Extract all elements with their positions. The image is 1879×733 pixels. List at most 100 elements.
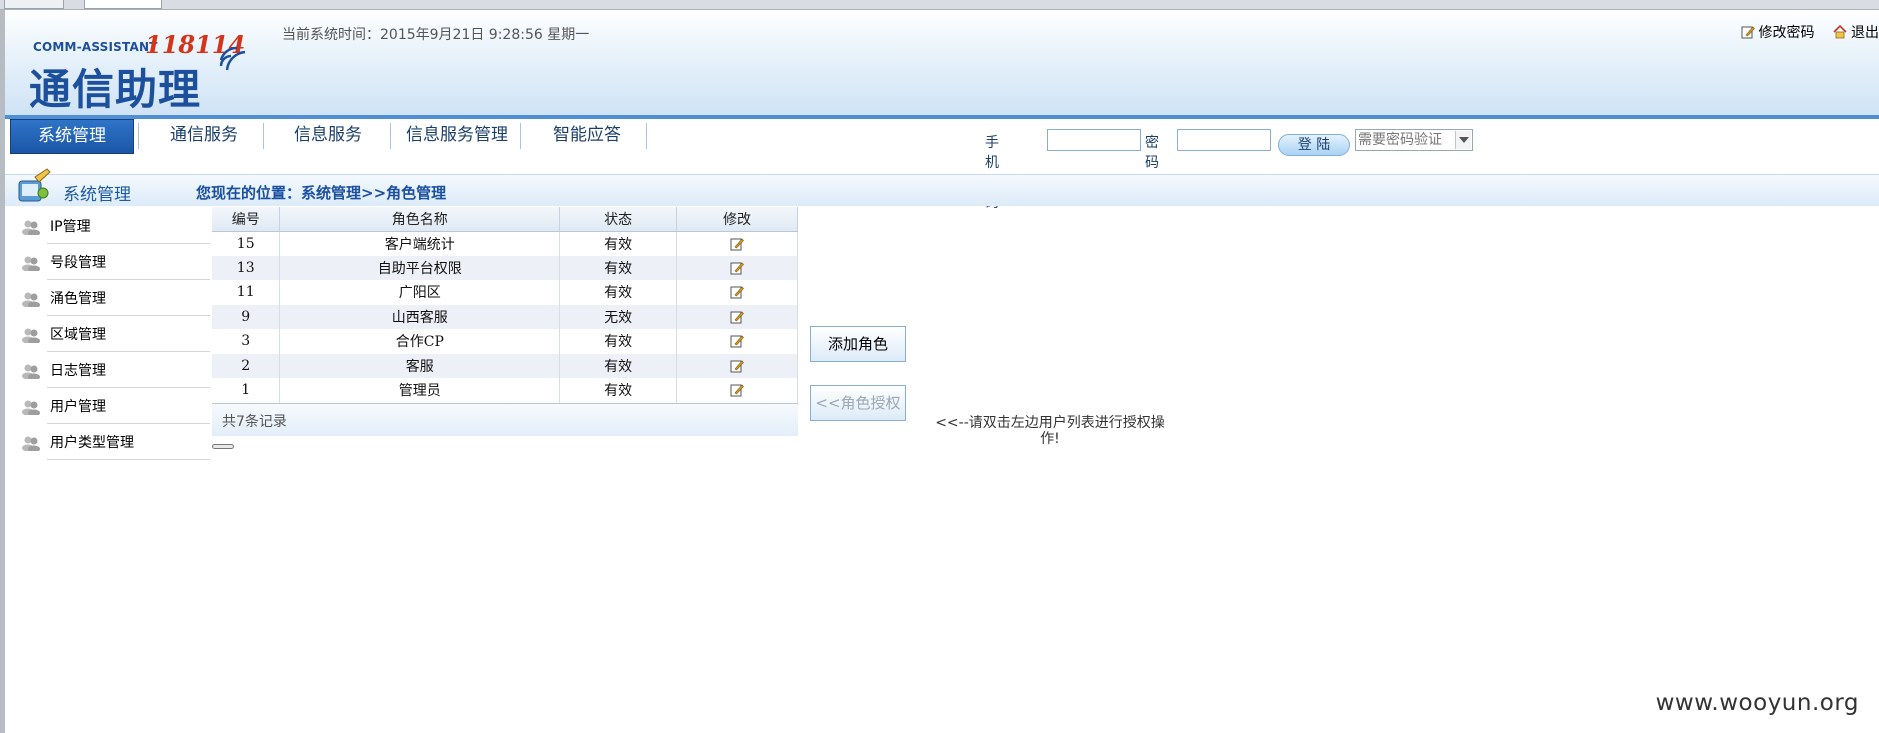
login-button[interactable]: 登 陆 bbox=[1278, 134, 1350, 156]
edit-icon[interactable] bbox=[730, 383, 744, 397]
cell-id: 9 bbox=[212, 304, 281, 329]
cell-edit bbox=[676, 231, 798, 256]
logo-small-text: COMM-ASSISTANT bbox=[33, 40, 158, 54]
edit-icon[interactable] bbox=[730, 261, 744, 275]
nav-tab-info-service-management[interactable]: 信息服务管理 bbox=[395, 119, 519, 154]
table-row[interactable]: 13 自助平台权限 有效 bbox=[212, 255, 798, 280]
sidebar-item-label: 区域管理 bbox=[50, 327, 106, 343]
nav-tab-communication-service[interactable]: 通信服务 bbox=[143, 119, 265, 154]
users-icon bbox=[22, 436, 40, 451]
cell-id: 2 bbox=[212, 353, 281, 378]
edit-icon[interactable] bbox=[730, 359, 744, 373]
nav-separator bbox=[390, 123, 391, 149]
nav-separator bbox=[520, 123, 521, 149]
cell-id: 13 bbox=[212, 255, 281, 280]
cell-role-name: 山西客服 bbox=[279, 304, 561, 329]
cell-role-name: 客服 bbox=[279, 353, 561, 378]
col-header-id[interactable]: 编号 bbox=[212, 207, 281, 232]
system-time: 当前系统时间：2015年9月21日 9:28:56 星期一 bbox=[282, 27, 590, 43]
table-row[interactable]: 1 管理员 有效 bbox=[212, 378, 798, 403]
browser-tabstrip bbox=[0, 0, 1879, 10]
table-row[interactable]: 15 客户端统计 有效 bbox=[212, 231, 798, 256]
sidebar-item-role[interactable]: 涌色管理 bbox=[15, 280, 210, 316]
auth-mode-select[interactable]: 需要密码验证 bbox=[1355, 129, 1473, 151]
cell-role-name: 广阳区 bbox=[279, 280, 561, 305]
divider bbox=[47, 459, 210, 460]
sidebar: IP管理 号段管理 涌色管理 区域管理 日志管理 用户管理 用户类型管理 bbox=[15, 208, 210, 460]
logout-link[interactable]: 退出 bbox=[1851, 22, 1879, 42]
cell-edit bbox=[676, 353, 798, 378]
users-icon bbox=[22, 328, 40, 343]
sidebar-item-label: 用户管理 bbox=[50, 399, 106, 415]
logo: COMM-ASSISTANT 118114 通信助理 bbox=[27, 28, 247, 114]
sidebar-item-label: 用户类型管理 bbox=[50, 435, 134, 451]
edit-icon[interactable] bbox=[730, 310, 744, 324]
cell-status: 有效 bbox=[559, 329, 678, 354]
sidebar-item-region[interactable]: 区域管理 bbox=[15, 316, 210, 352]
sidebar-item-log[interactable]: 日志管理 bbox=[15, 352, 210, 388]
sidebar-item-user-type[interactable]: 用户类型管理 bbox=[15, 424, 210, 460]
nav-tab-system-management[interactable]: 系统管理 bbox=[10, 119, 134, 154]
cell-edit bbox=[676, 280, 798, 305]
col-header-status[interactable]: 状态 bbox=[559, 207, 678, 232]
sidebar-item-user[interactable]: 用户管理 bbox=[15, 388, 210, 424]
cell-role-name: 自助平台权限 bbox=[279, 255, 561, 280]
roles-table: 编号 角色名称 状态 修改 15 客户端统计 有效 13 自助平台权限 有效 1… bbox=[212, 207, 798, 403]
header-banner: COMM-ASSISTANT 118114 通信助理 当前系统时间：2015年9… bbox=[5, 10, 1879, 115]
cell-id: 1 bbox=[212, 378, 281, 403]
sidebar-item-label: 号段管理 bbox=[50, 255, 106, 271]
sidebar-item-label: 涌色管理 bbox=[50, 291, 106, 307]
edit-icon[interactable] bbox=[730, 237, 744, 251]
phone-input[interactable] bbox=[1047, 129, 1141, 151]
browser-tab[interactable] bbox=[4, 0, 64, 9]
password-input[interactable] bbox=[1177, 129, 1271, 151]
section-title: 系统管理 bbox=[63, 185, 131, 205]
signal-wave-icon bbox=[219, 46, 246, 71]
system-tools-icon bbox=[18, 168, 51, 202]
cell-role-name: 合作CP bbox=[279, 329, 561, 354]
sidebar-item-label: 日志管理 bbox=[50, 363, 106, 379]
cell-status: 有效 bbox=[559, 280, 678, 305]
cell-edit bbox=[676, 304, 798, 329]
users-icon bbox=[22, 364, 40, 379]
table-row[interactable]: 2 客服 有效 bbox=[212, 353, 798, 378]
nav-tab-smart-reply[interactable]: 智能应答 bbox=[525, 119, 649, 154]
nav-separator bbox=[263, 123, 264, 149]
role-authorize-button[interactable]: <<角色授权 bbox=[810, 385, 906, 421]
nav-tab-info-service[interactable]: 信息服务 bbox=[267, 119, 389, 154]
users-icon bbox=[22, 220, 40, 235]
horizontal-scrollbar[interactable] bbox=[212, 444, 234, 449]
cell-edit bbox=[676, 255, 798, 280]
add-role-button[interactable]: 添加角色 bbox=[810, 326, 906, 362]
table-row[interactable]: 3 合作CP 有效 bbox=[212, 329, 798, 354]
breadcrumb-bar: 系统管理 您现在的位置：系统管理>>角色管理 bbox=[5, 168, 1879, 206]
col-header-edit: 修改 bbox=[676, 207, 798, 232]
change-password-link[interactable]: 修改密码 bbox=[1759, 22, 1815, 42]
table-header-row: 编号 角色名称 状态 修改 bbox=[212, 207, 798, 232]
cell-status: 有效 bbox=[559, 231, 678, 256]
home-icon bbox=[1833, 24, 1847, 39]
nav-separator bbox=[138, 123, 139, 149]
col-header-role-name[interactable]: 角色名称 bbox=[279, 207, 561, 232]
edit-password-icon bbox=[1741, 25, 1755, 39]
nav-separator bbox=[646, 123, 647, 149]
cell-role-name: 管理员 bbox=[279, 378, 561, 403]
table-record-count: 共7条记录 bbox=[212, 402, 798, 436]
cell-role-name: 客户端统计 bbox=[279, 231, 561, 256]
sidebar-item-number-segment[interactable]: 号段管理 bbox=[15, 244, 210, 280]
cell-status: 有效 bbox=[559, 255, 678, 280]
page-root: { "header": { "logo_small": "COMM-ASSIST… bbox=[0, 0, 1879, 733]
cell-id: 15 bbox=[212, 231, 281, 256]
breadcrumb: 您现在的位置：系统管理>>角色管理 bbox=[196, 184, 447, 202]
table-row[interactable]: 11 广阳区 有效 bbox=[212, 280, 798, 305]
sidebar-item-ip[interactable]: IP管理 bbox=[15, 208, 210, 244]
users-icon bbox=[22, 400, 40, 415]
browser-tab-active[interactable] bbox=[84, 0, 162, 9]
table-row[interactable]: 9 山西客服 无效 bbox=[212, 304, 798, 329]
cell-status: 有效 bbox=[559, 353, 678, 378]
edit-icon[interactable] bbox=[730, 285, 744, 299]
users-icon bbox=[22, 292, 40, 307]
edit-icon[interactable] bbox=[730, 334, 744, 348]
chevron-down-icon[interactable] bbox=[1455, 131, 1471, 149]
sidebar-item-label: IP管理 bbox=[50, 219, 91, 235]
